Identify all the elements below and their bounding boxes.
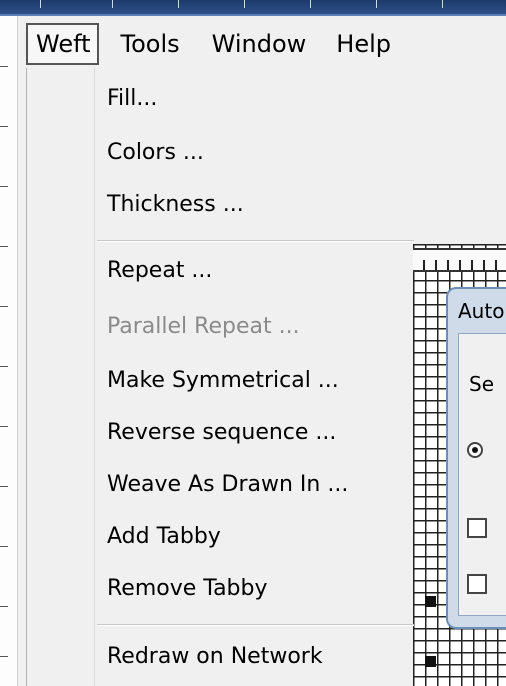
menu-tools[interactable]: Tools bbox=[109, 23, 190, 65]
ruler-tick bbox=[423, 260, 425, 270]
gutter-mark bbox=[0, 486, 8, 487]
top-ruler-strip bbox=[0, 0, 506, 16]
menu-icon-gutter bbox=[94, 68, 95, 686]
dialog-title: Auto bbox=[458, 299, 505, 323]
gutter-mark bbox=[0, 366, 8, 367]
gutter-mark bbox=[0, 186, 8, 187]
ruler-tick bbox=[483, 260, 485, 270]
menu-window[interactable]: Window bbox=[200, 23, 317, 65]
dialog-label: Se bbox=[469, 372, 494, 396]
ruler-tick bbox=[244, 0, 245, 8]
grid-ruler bbox=[413, 248, 506, 272]
ruler-tick bbox=[471, 260, 473, 270]
dialog-checkbox-2[interactable] bbox=[467, 574, 487, 594]
ruler-tick bbox=[435, 260, 437, 270]
weft-dropdown-menu: Fill... Colors ... Thickness ... Repeat … bbox=[26, 68, 414, 686]
ruler-tick bbox=[40, 0, 41, 8]
menu-separator bbox=[97, 240, 414, 242]
menu-item-redraw-on-network[interactable]: Redraw on Network bbox=[107, 644, 323, 669]
menu-item-make-symmetrical[interactable]: Make Symmetrical ... bbox=[107, 368, 339, 393]
gutter-mark bbox=[0, 656, 8, 657]
dialog-body: Se bbox=[458, 333, 506, 616]
menu-item-remove-tabby[interactable]: Remove Tabby bbox=[107, 576, 268, 601]
gutter-mark bbox=[0, 426, 8, 427]
ruler-tick bbox=[459, 260, 461, 270]
gutter-mark bbox=[0, 306, 8, 307]
menu-item-repeat[interactable]: Repeat ... bbox=[107, 258, 212, 283]
gutter-mark bbox=[0, 606, 8, 607]
grid-cell-filled bbox=[425, 656, 436, 667]
menu-help[interactable]: Help bbox=[324, 23, 401, 65]
ruler-tick bbox=[178, 0, 179, 8]
gutter-mark bbox=[0, 546, 8, 547]
menu-item-reverse-sequence[interactable]: Reverse sequence ... bbox=[107, 420, 336, 445]
ruler-tick bbox=[495, 260, 497, 270]
menu-item-fill[interactable]: Fill... bbox=[107, 86, 157, 111]
ruler-tick bbox=[442, 0, 443, 8]
menu-bar: Weft Tools Window Help bbox=[18, 20, 506, 68]
background-left-gutter bbox=[0, 16, 18, 686]
gutter-mark bbox=[0, 66, 8, 67]
menu-item-add-tabby[interactable]: Add Tabby bbox=[107, 524, 221, 549]
menu-item-parallel-repeat: Parallel Repeat ... bbox=[107, 314, 300, 339]
ruler-tick bbox=[112, 0, 113, 8]
grid-cell-filled bbox=[425, 596, 436, 607]
menu-separator bbox=[97, 624, 414, 626]
auto-dialog: Auto Se bbox=[446, 287, 506, 629]
ruler-tick bbox=[447, 260, 449, 270]
menu-item-weave-as-drawn-in[interactable]: Weave As Drawn In ... bbox=[107, 472, 348, 497]
dialog-checkbox-1[interactable] bbox=[467, 518, 487, 538]
gutter-mark bbox=[0, 246, 8, 247]
menu-item-colors[interactable]: Colors ... bbox=[107, 140, 204, 165]
menu-weft[interactable]: Weft bbox=[26, 23, 99, 65]
dialog-radio-selected[interactable] bbox=[467, 442, 483, 458]
menu-item-thickness[interactable]: Thickness ... bbox=[107, 192, 244, 217]
gutter-mark bbox=[0, 126, 8, 127]
ruler-tick bbox=[376, 0, 377, 8]
ruler-tick bbox=[310, 0, 311, 8]
